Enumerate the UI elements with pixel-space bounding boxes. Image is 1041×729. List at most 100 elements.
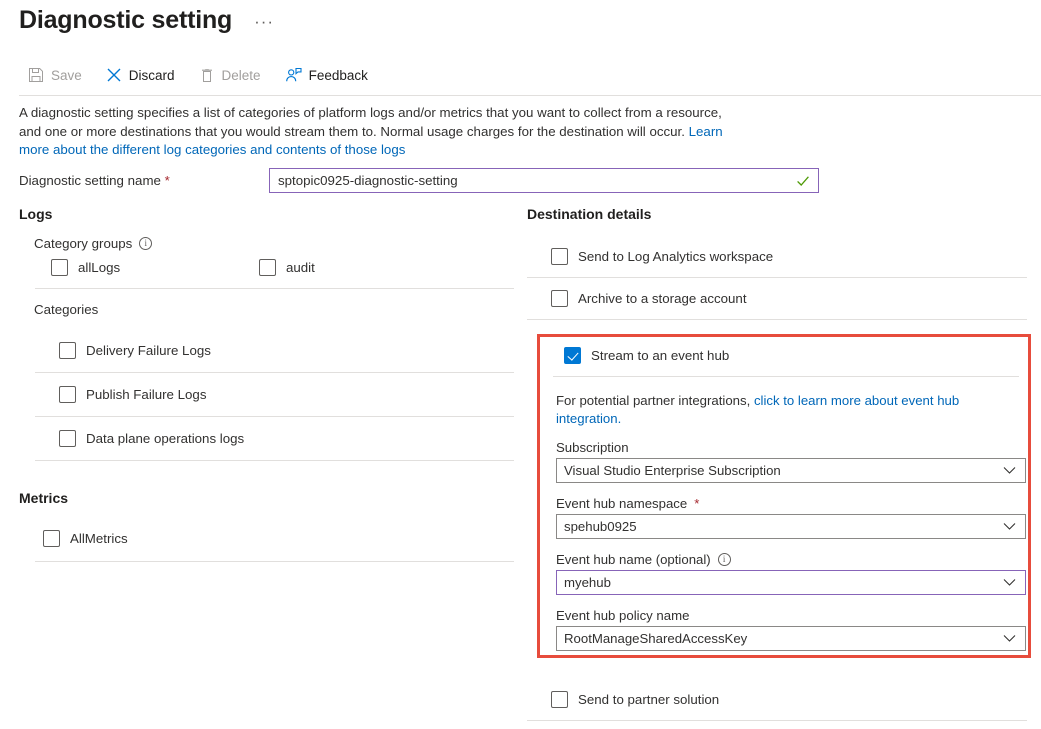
divider [553,376,1019,377]
feedback-label: Feedback [309,68,368,83]
subscription-value: Visual Studio Enterprise Subscription [557,463,1003,478]
partner-solution-section: Send to partner solution [527,679,1032,721]
metrics-section: Metrics AllMetrics [19,489,514,562]
checkbox-delivery-failure-logs[interactable]: Delivery Failure Logs [59,329,514,372]
destination-column: Destination details Send to Log Analytic… [527,205,1032,320]
checkbox-box[interactable] [564,347,581,364]
more-options-icon[interactable]: ··· [250,6,278,38]
category-groups-list: allLogs audit [51,259,514,288]
green-check-icon [796,174,818,188]
checkbox-label: Publish Failure Logs [86,387,206,402]
name-label-text: Diagnostic setting name [19,173,161,188]
logs-heading: Logs [19,205,514,223]
divider [35,561,514,562]
chevron-down-icon [1003,466,1025,475]
category-groups-label: Category groups i [34,236,514,251]
event-hub-namespace-value: spehub0925 [557,519,1003,534]
subscription-label: Subscription [556,440,1015,455]
event-hub-namespace-label-text: Event hub namespace [556,496,687,511]
checkbox-box[interactable] [43,530,60,547]
checkbox-stream-event-hub[interactable]: Stream to an event hub [553,347,1015,364]
checkbox-row[interactable]: AllMetrics [43,530,514,547]
event-hub-name-label-text: Event hub name (optional) [556,552,711,567]
diagnostic-setting-name-input[interactable] [270,169,796,192]
checkbox-label: audit [286,260,315,275]
checkbox-publish-failure-logs[interactable]: Publish Failure Logs [59,373,514,416]
event-hub-note: For potential partner integrations, clic… [556,392,1015,428]
divider [527,319,1027,320]
event-hub-policy-dropdown[interactable]: RootManageSharedAccessKey [556,626,1026,651]
category-groups-text: Category groups [34,236,132,251]
checkbox-label: Stream to an event hub [591,348,729,363]
subscription-dropdown[interactable]: Visual Studio Enterprise Subscription [556,458,1026,483]
destination-details-heading: Destination details [527,205,1032,223]
checkbox-label: AllMetrics [70,531,128,546]
checkbox-box[interactable] [59,430,76,447]
event-hub-name-dropdown[interactable]: myehub [556,570,1026,595]
checkbox-label: Data plane operations logs [86,431,244,446]
description-text: A diagnostic setting specifies a list of… [19,104,731,160]
event-hub-name-value: myehub [557,575,1003,590]
title-row: Diagnostic setting ··· [19,4,278,36]
checkbox-box[interactable] [259,259,276,276]
save-label: Save [51,68,82,83]
checkbox-log-analytics[interactable]: Send to Log Analytics workspace [527,236,1032,277]
checkbox-allLogs[interactable]: allLogs [51,259,259,276]
checkbox-box[interactable] [551,248,568,265]
checkbox-label: Send to partner solution [578,692,719,707]
divider [527,720,1027,721]
required-asterisk: * [165,173,170,188]
diagnostic-setting-name-row: Diagnostic setting name * [19,168,1019,193]
chevron-down-icon [1003,522,1025,531]
checkbox-allmetrics[interactable]: AllMetrics [43,520,514,561]
metrics-heading: Metrics [19,489,514,507]
command-bar: Save Discard Delete Feedback [26,63,390,87]
diagnostic-setting-page: Diagnostic setting ··· Save Discard Dele… [0,0,1041,729]
checkbox-archive-storage[interactable]: Archive to a storage account [527,278,1032,319]
divider [35,288,514,289]
delete-label: Delete [222,68,261,83]
save-icon [28,67,44,83]
logs-column: Logs Category groups i allLogs audit Cat… [19,205,514,562]
checkbox-box[interactable] [59,386,76,403]
delete-icon [199,67,215,83]
page-title: Diagnostic setting [19,4,232,36]
checkbox-row[interactable]: Send to partner solution [551,691,1032,708]
description-body: A diagnostic setting specifies a list of… [19,105,722,139]
checkbox-row[interactable]: Publish Failure Logs [59,386,514,403]
checkbox-box[interactable] [551,290,568,307]
checkbox-box[interactable] [51,259,68,276]
info-icon[interactable]: i [139,237,152,250]
checkbox-row[interactable]: Send to Log Analytics workspace [551,248,1032,265]
event-hub-policy-label-text: Event hub policy name [556,608,689,623]
checkbox-row[interactable]: Data plane operations logs [59,430,514,447]
info-icon[interactable]: i [718,553,731,566]
checkbox-box[interactable] [551,691,568,708]
diagnostic-setting-name-label: Diagnostic setting name * [19,173,269,188]
categories-text: Categories [34,302,98,317]
delete-button[interactable]: Delete [197,63,272,87]
checkbox-audit[interactable]: audit [259,259,315,276]
event-hub-policy-value: RootManageSharedAccessKey [557,631,1003,646]
checkbox-row[interactable]: Archive to a storage account [551,290,1032,307]
feedback-button[interactable]: Feedback [283,63,379,87]
event-hub-highlight-box: Stream to an event hub For potential par… [537,334,1031,658]
save-button[interactable]: Save [26,63,93,87]
checkbox-label: Delivery Failure Logs [86,343,211,358]
checkbox-label: Send to Log Analytics workspace [578,249,773,264]
checkbox-box[interactable] [59,342,76,359]
toolbar-divider [19,95,1041,96]
event-hub-panel: Stream to an event hub For potential par… [540,337,1028,663]
diagnostic-setting-name-field[interactable] [269,168,819,193]
checkbox-data-plane-operations-logs[interactable]: Data plane operations logs [59,417,514,460]
event-hub-namespace-label: Event hub namespace * [556,496,1015,511]
categories-label: Categories [34,302,514,317]
checkbox-partner-solution[interactable]: Send to partner solution [527,679,1032,720]
event-hub-policy-label: Event hub policy name [556,608,1015,623]
checkbox-row[interactable]: Delivery Failure Logs [59,342,514,359]
discard-button[interactable]: Discard [104,63,186,87]
event-hub-name-label: Event hub name (optional) i [556,552,1015,567]
event-hub-namespace-dropdown[interactable]: spehub0925 [556,514,1026,539]
chevron-down-icon [1003,634,1025,643]
divider [35,460,514,461]
